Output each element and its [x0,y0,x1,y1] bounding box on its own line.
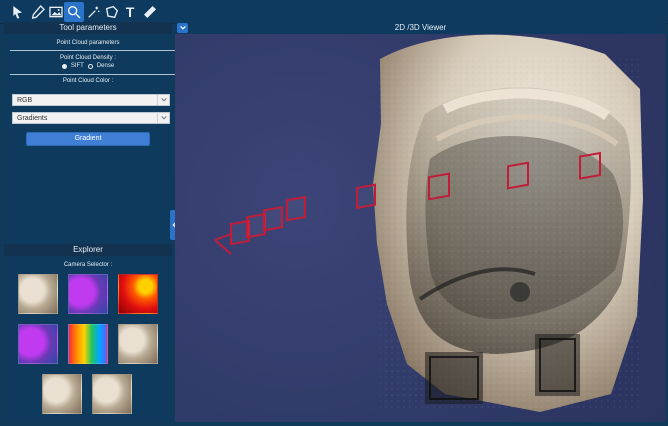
camera-thumbnail[interactable] [118,274,158,314]
explorer-header: Explorer [4,244,172,256]
toolbar: T [0,0,668,24]
point-cloud-view[interactable] [175,34,666,422]
explorer-panel: Explorer Camera Selector : [4,244,172,420]
density-section: Point Cloud Density : SIFT Dense [4,55,172,69]
viewer-dropdown-button[interactable] [177,23,188,33]
point-cloud-parameters: Point Cloud parameters [4,40,172,46]
app: T Tool parameters Point Cloud parameters… [0,0,668,426]
divider-1 [10,50,178,51]
magic-wand-tool[interactable] [84,2,104,22]
density-dense-label: Dense [96,63,115,69]
density-options: SIFT Dense [4,63,172,69]
text-tool-label: T [125,4,135,20]
cursor-icon [13,6,22,19]
color-section: Point Cloud Color : [4,78,172,84]
mode-select-value: Gradients [17,115,48,122]
lasso-tool[interactable] [102,2,122,22]
chevron-down-icon [157,113,169,123]
architectural-point-cloud [373,34,643,412]
point-cloud-color-value: RGB [17,97,33,104]
viewer-title: 2D /3D Viewer [175,22,666,34]
text-tool[interactable]: T [120,2,140,22]
camera-thumbnail[interactable] [118,324,158,364]
image-icon [49,6,63,18]
magic-wand-icon [88,6,100,18]
viewer: 2D /3D Viewer [175,22,666,422]
tool-parameters-header: Tool parameters [4,22,172,34]
left-panel: Tool parameters Point Cloud parameters P… [4,22,178,422]
select-tool[interactable] [8,2,28,22]
pen-icon [31,5,45,19]
magnifier-icon [68,5,81,19]
mode-select[interactable]: Gradients [12,112,170,124]
color-label: Point Cloud Color : [62,78,114,84]
gradient-button[interactable]: Gradient [26,132,150,146]
image-tool[interactable] [46,2,66,22]
lasso-icon [105,5,119,19]
divider-2 [10,74,178,75]
camera-thumbnail[interactable] [92,374,132,414]
camera-thumbnail[interactable] [42,374,82,414]
camera-thumbnail[interactable] [68,274,108,314]
camera-thumbnail[interactable] [18,324,58,364]
point-cloud-parameters-title: Point Cloud parameters [56,40,120,46]
camera-thumbnail[interactable] [68,324,108,364]
density-dense-radio[interactable] [87,63,93,69]
camera-selector-label: Camera Selector : [63,262,113,268]
tool-parameters-panel: Tool parameters Point Cloud parameters P… [4,22,178,242]
camera-thumbnail[interactable] [18,274,58,314]
density-sift-label: SIFT [70,63,84,69]
density-label: Point Cloud Density : [59,55,117,61]
point-cloud-color-select[interactable]: RGB [12,94,170,106]
chevron-down-icon [157,95,169,105]
density-sift-radio[interactable] [61,63,67,69]
ruler-tool[interactable] [140,2,160,22]
zoom-tool[interactable] [64,2,84,22]
chevron-down-icon [179,25,186,30]
pen-tool[interactable] [28,2,48,22]
ruler-icon [144,6,156,18]
